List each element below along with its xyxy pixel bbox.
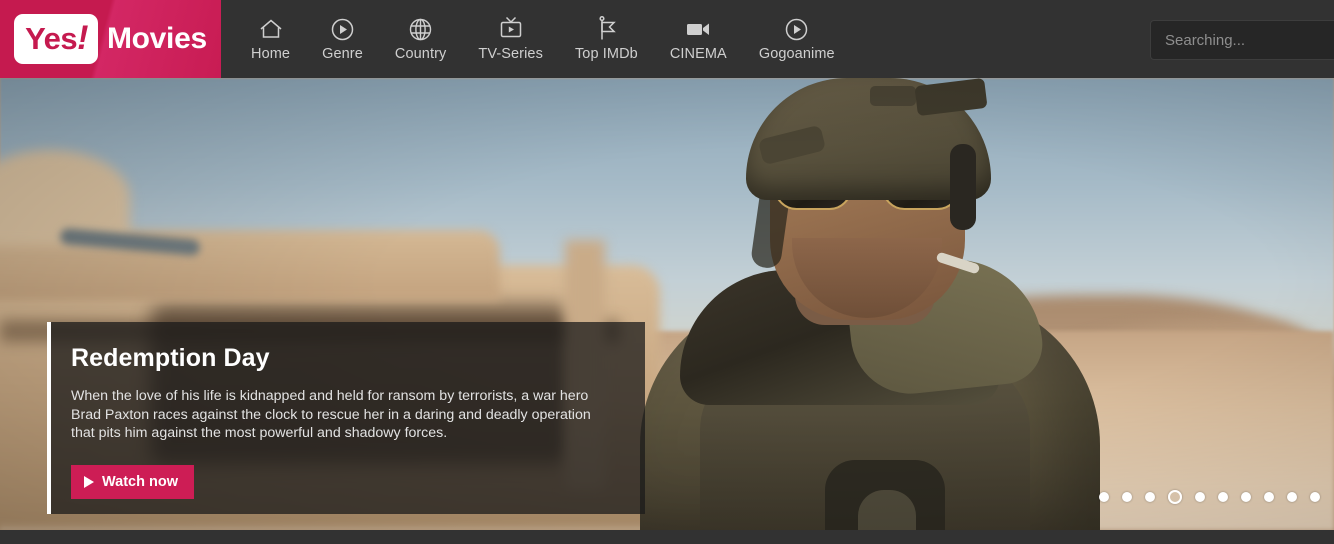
carousel-dot-5[interactable] [1195, 492, 1205, 502]
nav-label-cinema: CINEMA [669, 46, 727, 63]
play-circle-icon [330, 16, 355, 42]
main-navigation: Home Genre Country TV-Series Top IMDb CI… [221, 0, 851, 78]
play-circle-icon [784, 16, 809, 42]
home-icon [258, 16, 284, 42]
carousel-dot-3[interactable] [1145, 492, 1155, 502]
search-box[interactable] [1150, 20, 1334, 60]
hero-title: Redemption Day [71, 344, 270, 372]
nav-label-genre: Genre [322, 46, 363, 63]
logo-movies-text: Movies [106, 22, 207, 55]
nav-label-country: Country [394, 46, 447, 63]
flag-icon [594, 16, 618, 42]
logo-inner: Yes! Movies [14, 14, 207, 64]
globe-icon [408, 16, 433, 42]
play-icon [84, 476, 94, 489]
nav-label-top-imdb: Top IMDb [574, 46, 638, 63]
tv-play-icon [498, 16, 524, 42]
nav-item-home[interactable]: Home [235, 0, 306, 78]
carousel-dot-7[interactable] [1241, 492, 1251, 502]
carousel-dot-10[interactable] [1310, 492, 1320, 502]
nav-item-cinema[interactable]: CINEMA [654, 0, 743, 78]
site-logo[interactable]: Yes! Movies [0, 0, 221, 78]
nav-label-tv-series: TV-Series [478, 46, 543, 63]
video-camera-icon [685, 16, 711, 42]
carousel-pagination [1099, 490, 1320, 504]
carousel-dot-1[interactable] [1099, 492, 1109, 502]
nav-label-home: Home [251, 46, 291, 63]
carousel-dot-9[interactable] [1287, 492, 1297, 502]
nav-item-top-imdb[interactable]: Top IMDb [559, 0, 654, 78]
yesmovies-page: Yes! Movies Home Genre Country TV-Series… [0, 0, 1334, 544]
nav-item-genre[interactable]: Genre [306, 0, 379, 78]
carousel-dot-4[interactable] [1168, 490, 1182, 504]
nav-item-tv-series[interactable]: TV-Series [462, 0, 559, 78]
nav-item-country[interactable]: Country [379, 0, 462, 78]
nav-item-gogoanime[interactable]: Gogoanime [743, 0, 851, 78]
carousel-dot-6[interactable] [1218, 492, 1228, 502]
carousel-dot-8[interactable] [1264, 492, 1274, 502]
hero-info-panel: Redemption Day When the love of his life… [47, 322, 645, 514]
site-header: Yes! Movies Home Genre Country TV-Series… [0, 0, 1334, 78]
carousel-dot-2[interactable] [1122, 492, 1132, 502]
logo-exclamation: ! [77, 19, 88, 57]
hero-banner[interactable]: Redemption Day When the love of his life… [0, 78, 1334, 530]
logo-yes-badge: Yes! [14, 14, 98, 64]
watch-now-button[interactable]: Watch now [71, 465, 194, 500]
page-footer-strip [0, 530, 1334, 544]
watch-now-label: Watch now [102, 474, 178, 491]
hero-description: When the love of his life is kidnapped a… [71, 388, 591, 442]
search-input[interactable] [1165, 31, 1334, 49]
logo-yes-text: Yes [25, 21, 78, 56]
nav-label-gogoanime: Gogoanime [758, 46, 835, 63]
